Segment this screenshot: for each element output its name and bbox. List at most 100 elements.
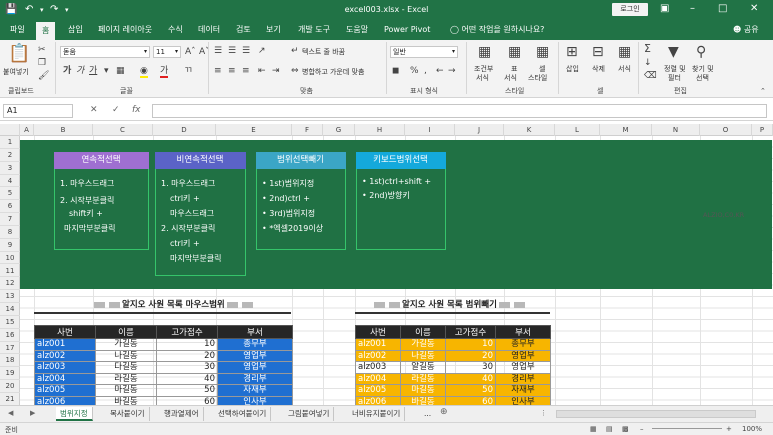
table-cell[interactable]: 20 (445, 349, 496, 362)
table-cell[interactable]: alz001 (355, 338, 401, 351)
delete-cells-button[interactable]: 삭제 (592, 64, 605, 74)
page-break-view-icon[interactable]: ▩ (622, 425, 629, 433)
autosum-icon[interactable]: Σ (644, 43, 651, 54)
delete-cells-icon[interactable]: ⊟ (592, 44, 604, 60)
table-cell[interactable]: 자재부 (217, 384, 293, 397)
fill-color-icon[interactable]: ◉ (140, 66, 148, 78)
horizontal-scrollbar[interactable] (556, 410, 756, 418)
table-cell[interactable]: alz005 (34, 384, 96, 397)
row-header[interactable]: 10 (0, 252, 20, 265)
paste-icon[interactable]: 📋 (8, 44, 30, 64)
tab-file[interactable]: 파일 (10, 24, 25, 36)
table-cell[interactable]: 나길동 (400, 349, 446, 362)
row-header[interactable]: 4 (0, 175, 20, 188)
row-header[interactable]: 19 (0, 367, 20, 381)
decrease-indent-icon[interactable]: ⇤ (258, 66, 266, 76)
currency-icon[interactable]: ◼ (392, 66, 399, 76)
phonetic-icon[interactable]: ㄲ (184, 66, 192, 76)
format-cells-button[interactable]: 서식 (618, 64, 631, 74)
row-header[interactable]: 16 (0, 329, 20, 342)
table-cell[interactable]: 총무부 (495, 338, 551, 351)
collapse-ribbon-icon[interactable]: ⌃ (760, 86, 766, 96)
column-header[interactable]: D (153, 124, 216, 136)
increase-decimal-icon[interactable]: ← (436, 66, 444, 76)
merge-center-icon[interactable]: ⇔ (291, 66, 299, 76)
align-top-icon[interactable]: ☰ (214, 46, 222, 56)
align-middle-icon[interactable]: ☰ (228, 46, 236, 56)
sheet-tab-paste-picture[interactable]: 그림붙여넣기 (284, 407, 335, 421)
column-header[interactable]: I (405, 124, 455, 136)
copy-icon[interactable]: ❐ (38, 58, 46, 68)
ribbon-display-icon[interactable]: ▣ (660, 2, 669, 16)
row-header[interactable]: 2 (0, 149, 20, 162)
column-header[interactable]: L (555, 124, 600, 136)
orientation-icon[interactable]: ↗ (258, 46, 266, 56)
format-painter-icon[interactable]: 🖌 (38, 71, 49, 81)
percent-button[interactable]: % (410, 66, 419, 76)
add-sheet-icon[interactable]: ⊕ (440, 407, 448, 417)
column-header[interactable]: A (20, 124, 34, 136)
insert-function-button[interactable]: fx (132, 105, 141, 115)
column-header[interactable]: K (504, 124, 555, 136)
cut-icon[interactable]: ✂ (38, 45, 46, 55)
row-header[interactable]: 14 (0, 303, 20, 316)
row-header[interactable]: 17 (0, 342, 20, 355)
table-cell[interactable]: 50 (445, 384, 496, 397)
row-header[interactable]: 11 (0, 265, 20, 278)
tab-power-pivot[interactable]: Power Pivot (384, 24, 430, 36)
row-header[interactable]: 21 (0, 393, 20, 406)
name-box[interactable]: A1 (3, 104, 73, 118)
table-cell[interactable]: 총무부 (217, 338, 293, 351)
table-cell[interactable]: 라길동 (400, 372, 446, 385)
column-header[interactable]: B (34, 124, 93, 136)
table-cell[interactable]: alz001 (34, 338, 96, 351)
table-cell[interactable]: 30 (445, 361, 496, 374)
table-cell[interactable]: alz004 (355, 372, 401, 385)
clear-icon[interactable]: ⌫ (644, 71, 657, 81)
table-cell[interactable]: 다길동 (95, 361, 157, 374)
number-format-combo[interactable]: 일반 ▾ (390, 46, 458, 58)
sheet-tab-row-col[interactable]: 행과열제어 (160, 407, 204, 421)
row-header[interactable]: 3 (0, 162, 20, 175)
align-right-icon[interactable]: ≡ (242, 66, 250, 76)
column-header[interactable]: P (752, 124, 773, 136)
sheet-tab-keep-width[interactable]: 너비유지붙이기 (348, 407, 406, 421)
format-cells-icon[interactable]: ▦ (618, 44, 631, 60)
sheet-tab-more[interactable]: ... (420, 407, 435, 421)
paste-button[interactable]: 붙여넣기 (3, 67, 29, 77)
zoom-in-icon[interactable]: + (726, 425, 732, 433)
table-cell[interactable]: 알길동 (400, 361, 446, 374)
row-header[interactable]: 13 (0, 290, 20, 304)
tab-split-handle-icon[interactable]: ⋮ (540, 409, 547, 417)
zoom-slider[interactable] (652, 428, 722, 429)
row-header[interactable]: 5 (0, 187, 20, 201)
table-cell[interactable]: alz004 (34, 372, 96, 385)
underline-icon[interactable]: 가 (89, 66, 97, 76)
zoom-out-icon[interactable]: – (640, 425, 644, 433)
row-header[interactable]: 12 (0, 277, 20, 291)
table-cell[interactable]: 영업부 (495, 361, 551, 374)
column-header[interactable]: C (93, 124, 153, 136)
row-header[interactable]: 18 (0, 354, 20, 368)
table-cell[interactable]: alz005 (355, 384, 401, 397)
tab-formulas[interactable]: 수식 (168, 24, 183, 36)
wrap-text-icon[interactable]: ↵ (291, 46, 299, 56)
cell-styles-icon[interactable]: ▦ (536, 44, 549, 60)
row-header[interactable]: 9 (0, 239, 20, 252)
column-header[interactable]: O (700, 124, 752, 136)
table-cell[interactable]: 경리부 (217, 372, 293, 385)
tab-insert[interactable]: 삽입 (68, 24, 83, 36)
table-cell[interactable]: 영업부 (217, 349, 293, 362)
table-cell[interactable]: 마길동 (95, 384, 157, 397)
row-header[interactable]: 7 (0, 213, 20, 226)
sheet-tab-range[interactable]: 범위지정 (56, 407, 93, 421)
tab-home[interactable]: 홈 (36, 22, 56, 40)
login-button[interactable]: 로그인 (612, 3, 648, 16)
sort-filter-icon[interactable]: ▼ (668, 44, 679, 60)
column-header[interactable]: J (455, 124, 504, 136)
chevron-down-icon[interactable]: ▾ (104, 66, 109, 76)
table-cell[interactable]: 30 (156, 361, 218, 374)
row-header[interactable]: 8 (0, 226, 20, 239)
format-as-table-icon[interactable]: ▦ (508, 44, 521, 60)
increase-indent-icon[interactable]: ⇥ (272, 66, 280, 76)
